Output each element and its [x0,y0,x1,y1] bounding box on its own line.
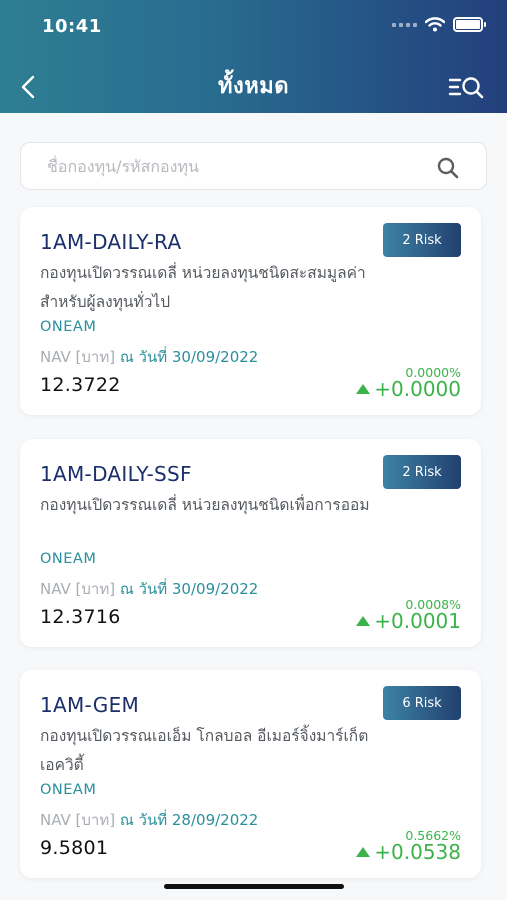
change-amount: +0.0000 [374,377,461,401]
search-box [20,142,487,190]
change-value: +0.0001 [356,609,461,633]
change-value: +0.0000 [356,377,461,401]
nav-date-line: NAV [บาท] ณ วันที่ 30/09/2022 [40,577,258,601]
up-triangle-icon [356,616,371,626]
risk-badge: 2 Risk [383,455,461,489]
page-title: ทั้งหมด [217,74,290,99]
fund-card[interactable]: 1AM-DAILY-SSF 2 Risk กองทุนเปิดวรรณเดลี่… [20,439,481,647]
fund-code: 1AM-DAILY-RA [40,230,182,254]
fund-code: 1AM-DAILY-SSF [40,462,192,486]
risk-badge: 6 Risk [383,686,461,720]
nav-date: ณ วันที่ 30/09/2022 [119,580,259,598]
change-value: +0.0538 [356,840,461,864]
fund-amc: ONEAM [40,551,97,567]
fund-card[interactable]: 1AM-DAILY-RA 2 Risk กองทุนเปิดวรรณเดลี่ … [20,207,481,415]
fund-name: กองทุนเปิดวรรณเอเอ็ม โกลบอล อีเมอร์จิ้งม… [40,727,369,774]
up-triangle-icon [356,847,371,857]
change-amount: +0.0001 [374,609,461,633]
fund-name: กองทุนเปิดวรรณเดลี่ หน่วยลงทุนชนิดสะสมมู… [40,264,366,311]
fund-amc: ONEAM [40,319,97,335]
up-triangle-icon [356,384,371,394]
fund-card[interactable]: 1AM-GEM 6 Risk กองทุนเปิดวรรณเอเอ็ม โกลบ… [20,670,481,878]
nav-label: NAV [บาท] [40,348,116,366]
battery-icon [453,17,486,32]
fund-code: 1AM-GEM [40,693,140,717]
change-amount: +0.0538 [374,840,461,864]
nav-date-line: NAV [บาท] ณ วันที่ 28/09/2022 [40,808,258,832]
nav-value: 12.3716 [40,606,121,628]
nav-date-line: NAV [บาท] ณ วันที่ 30/09/2022 [40,345,258,369]
status-time: 10:41 [42,16,102,37]
wifi-icon [425,17,445,32]
nav-date: ณ วันที่ 28/09/2022 [119,811,259,829]
fund-amc: ONEAM [40,782,97,798]
nav-value: 9.5801 [40,837,109,859]
nav-label: NAV [บาท] [40,580,116,598]
nav-label: NAV [บาท] [40,811,116,829]
fund-name: กองทุนเปิดวรรณเดลี่ หน่วยลงทุนชนิดเพื่อก… [40,496,370,514]
filter-search-button[interactable] [447,72,489,102]
nav-value: 12.3722 [40,374,121,396]
search-icon[interactable] [436,156,460,180]
risk-badge: 2 Risk [383,223,461,257]
home-indicator[interactable] [164,884,344,889]
nav-date: ณ วันที่ 30/09/2022 [119,348,259,366]
status-icons [392,17,486,32]
cellular-signal-icon [392,22,417,27]
app-header: 10:41 ทั้งหมด [0,0,507,113]
search-input[interactable] [21,143,486,189]
